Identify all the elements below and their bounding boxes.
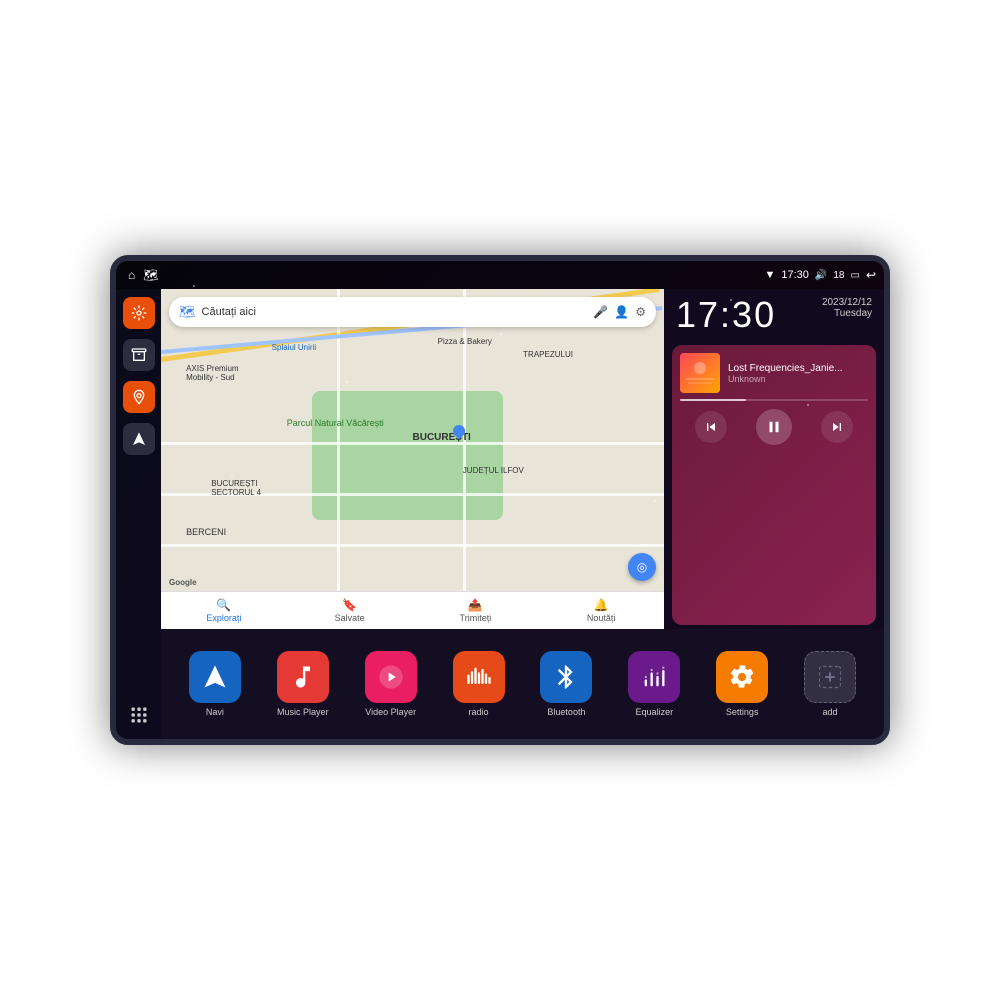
sidebar-location-button[interactable] [123,381,155,413]
map-bottom-bar: 🔍 Explorați 🔖 Salvate 📤 Trimiteți [161,591,664,629]
sidebar-settings-button[interactable] [123,297,155,329]
map-explore-btn[interactable]: 🔍 Explorați [161,592,287,629]
top-panels: AXIS PremiumMobility - Sud Pizza & Baker… [161,289,884,629]
explore-label: Explorați [206,613,241,623]
navi-icon [189,651,241,703]
center-content: AXIS PremiumMobility - Sud Pizza & Baker… [161,289,884,739]
account-icon[interactable]: 👤 [614,305,629,319]
equalizer-label: Equalizer [636,707,674,717]
google-logo: Google [169,578,197,587]
music-text: Lost Frequencies_Janie... Unknown [728,363,868,384]
send-label: Trimiteți [460,613,492,623]
music-album-art [680,353,720,393]
map-panel[interactable]: AXIS PremiumMobility - Sud Pizza & Baker… [161,289,664,629]
news-icon: 🔔 [594,598,609,612]
main-area: AXIS PremiumMobility - Sud Pizza & Baker… [116,289,884,739]
radio-label: radio [469,707,489,717]
add-label: add [823,707,838,717]
next-button[interactable] [821,411,853,443]
clock-year: 2023/12/12 [822,297,872,308]
map-location-fab[interactable]: ◎ [628,553,656,581]
map-send-btn[interactable]: 📤 Trimiteți [413,592,539,629]
music-title: Lost Frequencies_Janie... [728,363,868,374]
right-panel: 17:30 2023/12/12 Tuesday [664,289,884,629]
music-player-icon [277,651,329,703]
app-equalizer[interactable]: Equalizer [612,647,696,721]
map-news-btn[interactable]: 🔔 Noutăți [538,592,664,629]
video-player-icon [365,651,417,703]
radio-icon [453,651,505,703]
music-controls [680,409,868,445]
news-label: Noutăți [587,613,616,623]
app-add[interactable]: add [788,647,872,721]
sidebar [116,289,161,739]
app-video-player[interactable]: Video Player [349,647,433,721]
clock-weekday: Tuesday [822,308,872,319]
screen: ⌂ 🗺 ▼ 17:30 🔊 18 ▭ ↩ [116,261,884,739]
settings-icon [716,651,768,703]
bluetooth-label: Bluetooth [547,707,585,717]
app-drawer: Navi Music Player [161,629,884,739]
add-icon [804,651,856,703]
sidebar-archive-button[interactable] [123,339,155,371]
maps-google-icon: 🗺 [179,304,196,320]
sidebar-nav-button[interactable] [123,423,155,455]
settings-app-label: Settings [726,707,759,717]
equalizer-icon [628,651,680,703]
music-info: Lost Frequencies_Janie... Unknown [680,353,868,393]
navi-label: Navi [206,707,224,717]
explore-icon: 🔍 [216,598,231,612]
volume-icon: 🔊 [815,270,827,281]
back-icon[interactable]: ↩ [866,268,876,282]
prev-button[interactable] [695,411,727,443]
app-bluetooth[interactable]: Bluetooth [525,647,609,721]
send-icon: 📤 [468,598,483,612]
saved-icon: 🔖 [342,598,357,612]
map-icon: 🗺 [143,268,158,282]
status-time: 17:30 [781,269,809,281]
music-widget: Lost Frequencies_Janie... Unknown [672,345,876,625]
video-player-label: Video Player [365,707,416,717]
app-settings[interactable]: Settings [700,647,784,721]
battery-icon: ▭ [850,270,859,281]
clock-time: 17:30 [676,297,776,333]
battery-level: 18 [833,270,844,281]
wifi-icon: ▼ [764,269,775,281]
bluetooth-icon [540,651,592,703]
mic-icon[interactable]: 🎤 [593,305,608,319]
sidebar-apps-button[interactable] [123,699,155,731]
more-icon[interactable]: ⚙ [635,305,646,319]
music-artist: Unknown [728,374,868,384]
clock-widget: 17:30 2023/12/12 Tuesday [664,289,884,341]
app-music-player[interactable]: Music Player [261,647,345,721]
music-progress-bar[interactable] [680,399,868,401]
album-art-image [680,353,720,393]
pause-button[interactable] [756,409,792,445]
app-radio[interactable]: radio [437,647,521,721]
home-icon: ⌂ [128,268,135,282]
clock-date: 2023/12/12 Tuesday [822,297,872,319]
map-search-text: Căutați aici [202,306,588,318]
map-saved-btn[interactable]: 🔖 Salvate [287,592,413,629]
app-navi[interactable]: Navi [173,647,257,721]
saved-label: Salvate [335,613,365,623]
music-progress-fill [680,399,746,401]
status-bar: ⌂ 🗺 ▼ 17:30 🔊 18 ▭ ↩ [116,261,884,289]
device-frame: ⌂ 🗺 ▼ 17:30 🔊 18 ▭ ↩ [110,255,890,745]
map-search-bar[interactable]: 🗺 Căutați aici 🎤 👤 ⚙ [169,297,656,327]
music-player-label: Music Player [277,707,329,717]
